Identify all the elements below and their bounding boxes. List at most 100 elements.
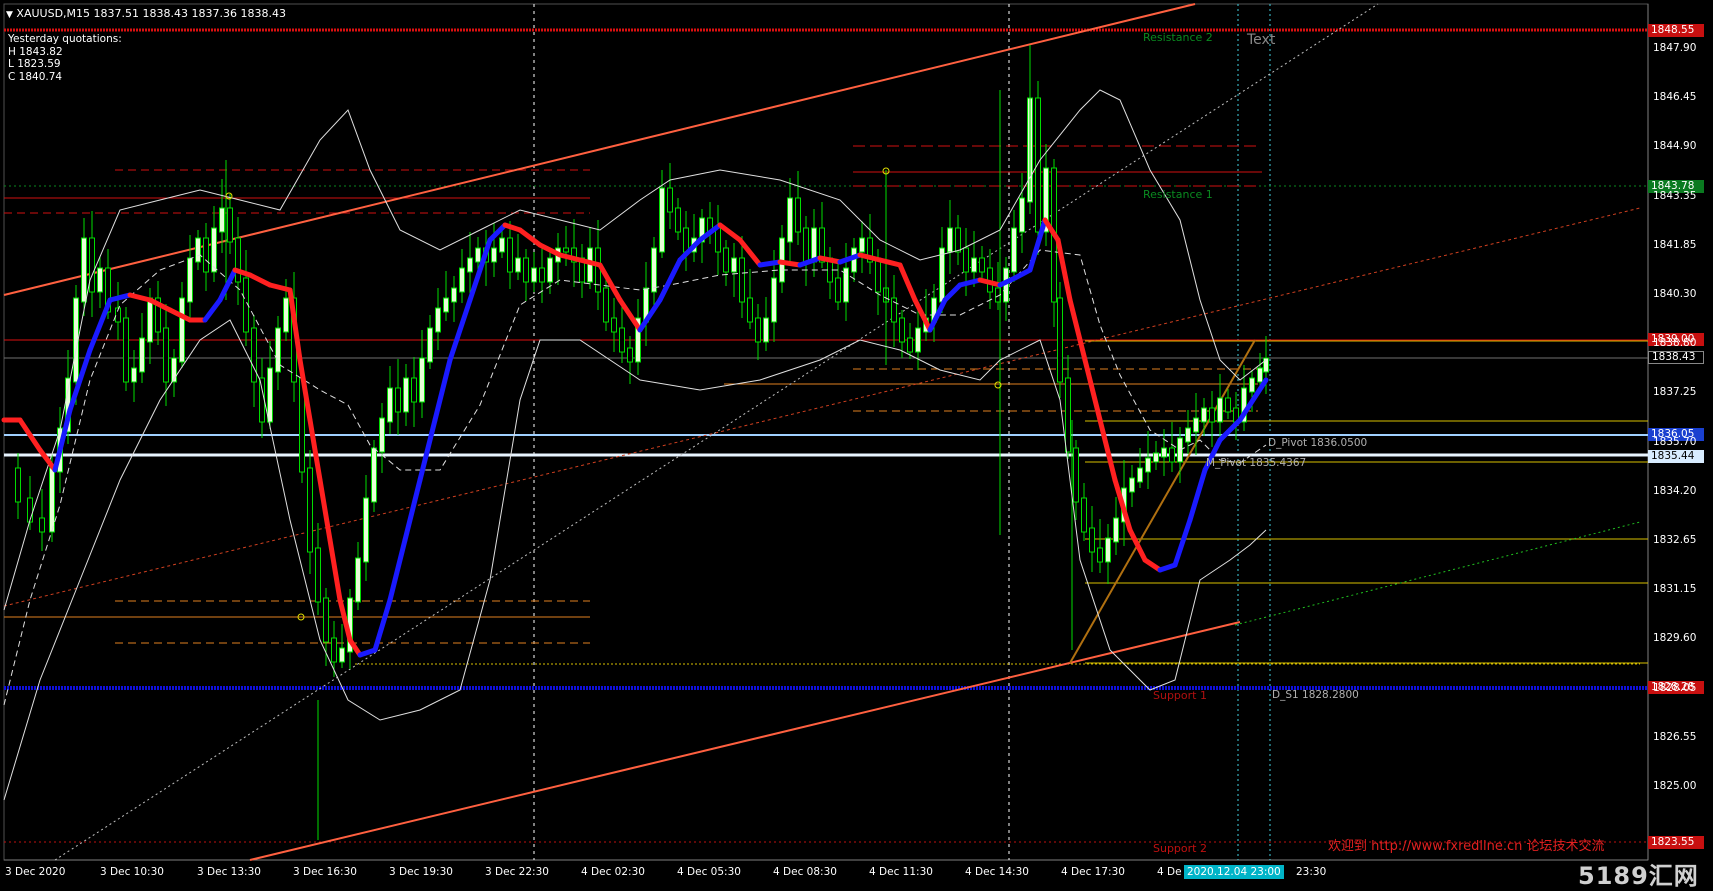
candle-body (315, 547, 321, 603)
candle-body (1153, 452, 1159, 463)
candle-body (955, 227, 961, 253)
price-tick-label: 1832.65 (1653, 534, 1697, 546)
chart-frame (3, 3, 1649, 861)
ma-segment (327, 537, 343, 603)
candle-body (1097, 547, 1103, 563)
ma-segment (897, 262, 918, 303)
candle-body (355, 557, 361, 603)
candle-body (39, 517, 45, 533)
price-tick-label: 1840.30 (1653, 288, 1697, 300)
ma-segment (417, 417, 438, 483)
price-tick-label: 1835.70 (1653, 435, 1697, 448)
ma-segment (717, 222, 743, 243)
resistance2-label: Resistance 2 (1143, 31, 1213, 44)
watermark-text: 欢迎到 http://www.fxredline.cn 论坛技术交流 (1328, 839, 1605, 854)
ma-segment (247, 272, 273, 288)
cursor-time-label: 2020.12.04 23:00 (1184, 865, 1284, 879)
candle-body (139, 337, 145, 373)
ma-segment (912, 297, 933, 333)
ma-segment (107, 292, 133, 303)
candle-body (515, 257, 521, 273)
price-chart-canvas[interactable] (0, 0, 1713, 888)
candle-body (1081, 497, 1087, 533)
price-tick-label: 1826.55 (1653, 730, 1697, 743)
chart-window[interactable]: ▼ XAUUSD,M15 1837.51 1838.43 1837.36 183… (0, 0, 1713, 890)
site-logo: 5189汇网 (1578, 862, 1699, 890)
candle-body (603, 287, 609, 323)
price-tick-label: 1828.05 (1653, 681, 1697, 694)
ma-segment (617, 297, 643, 333)
d-s1-label: D_S1 1828.2800 (1272, 689, 1359, 701)
candle-body (451, 287, 457, 303)
candle-body (459, 267, 465, 293)
candle-body (235, 237, 241, 283)
candle-body (611, 317, 617, 333)
candle-body (803, 227, 809, 263)
text-object-label[interactable]: Text (1247, 32, 1275, 48)
candle-body (1145, 457, 1151, 473)
time-tick-label: 3 Dec 10:30 (100, 866, 164, 878)
candle-body (1035, 97, 1041, 233)
time-tick-label: 4 De (1157, 866, 1182, 878)
candle-body (403, 377, 409, 413)
candle-body (363, 497, 369, 563)
candle-body (1065, 377, 1071, 453)
candle-body (499, 237, 505, 253)
candle-body (675, 207, 681, 233)
candle-body (395, 387, 401, 413)
price-tick-label: 1831.15 (1653, 583, 1697, 596)
price-tick-label: 1843.35 (1653, 189, 1697, 202)
symbol-header: ▼ XAUUSD,M15 1837.51 1838.43 1837.36 183… (6, 7, 286, 20)
s2-price-box: 1823.55 (1648, 836, 1704, 849)
price-tick-label: 1825.00 (1653, 780, 1697, 792)
channel-lower (249, 621, 1241, 861)
candle-body (651, 247, 657, 293)
support1-label: Support 1 (1153, 689, 1207, 702)
ma-segment (432, 357, 453, 423)
price-tick-label: 1847.90 (1653, 42, 1697, 54)
candle-body (49, 467, 55, 533)
candle-body (659, 187, 665, 253)
ma-segment (957, 277, 983, 288)
candle-body (531, 267, 537, 283)
candle-body (963, 247, 969, 273)
candle-body (475, 247, 481, 263)
candle-body (323, 597, 329, 643)
ma-segment (942, 282, 963, 303)
candle-body (747, 297, 753, 323)
candle-body (419, 357, 425, 403)
candle-body (1129, 477, 1135, 493)
yq-close: C 1840.74 (8, 70, 63, 83)
candle-body (1201, 407, 1207, 423)
m-pivot-label: M_Pivot 1835.4367 (1206, 457, 1307, 469)
candle-body (563, 247, 569, 253)
candle-body (1209, 407, 1215, 423)
candle-body (123, 317, 129, 383)
candle-body (1113, 517, 1119, 543)
candle-body (27, 497, 33, 523)
candle-body (731, 257, 737, 273)
candle-body (435, 307, 441, 333)
candle-body (1011, 227, 1017, 273)
d-pivot-label: D_Pivot 1836.0500 (1268, 437, 1368, 449)
resistance1-label: Resistance 1 (1143, 188, 1213, 201)
time-tick-label: 3 Dec 13:30 (197, 866, 261, 878)
candle-body (219, 207, 225, 233)
symbol-info: XAUUSD,M15 1837.51 1838.43 1837.36 1838.… (16, 7, 286, 20)
candle-body (539, 267, 545, 283)
candle-body (427, 327, 433, 363)
candle-body (619, 327, 625, 353)
r2-price-box: 1848.55 (1648, 24, 1704, 37)
ma-segment (1142, 557, 1163, 573)
candle-body (835, 277, 841, 303)
candle-body (1105, 537, 1111, 563)
ma-segment (517, 227, 543, 248)
dropdown-arrow-icon[interactable]: ▼ (6, 10, 13, 20)
candle-body (1249, 377, 1255, 393)
candle-body (1137, 467, 1143, 483)
ma-segment (1217, 417, 1243, 443)
candle-body (411, 377, 417, 403)
candle-body (387, 387, 393, 423)
candle-body (1185, 427, 1191, 443)
ma-segment (1067, 297, 1088, 363)
